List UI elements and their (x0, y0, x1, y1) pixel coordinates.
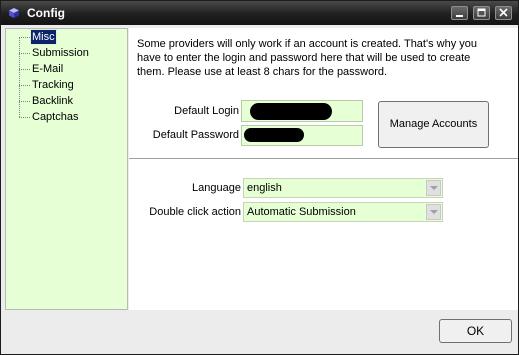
minimize-icon (456, 15, 463, 17)
double-click-action-select[interactable]: Automatic Submission (243, 202, 443, 222)
default-password-label: Default Password (152, 129, 239, 141)
dialog-footer: OK (1, 310, 518, 354)
maximize-icon (477, 8, 486, 17)
tree-item-label: E-Mail (32, 63, 64, 75)
section-divider (129, 158, 518, 160)
tree-line (19, 37, 20, 117)
manage-accounts-button[interactable]: Manage Accounts (378, 101, 489, 148)
maximize-button[interactable] (473, 6, 490, 20)
close-button[interactable] (495, 6, 512, 20)
tree-item-label: Tracking (32, 79, 74, 91)
tree-item-label: Misc (30, 29, 57, 45)
language-label: Language (192, 182, 241, 194)
tree-item-label: Submission (32, 47, 89, 59)
app-cube-icon (9, 8, 19, 18)
tree-item-label: Captchas (32, 111, 79, 123)
language-value: english (247, 182, 282, 194)
default-password-field[interactable] (241, 125, 363, 146)
chevron-down-icon[interactable] (426, 204, 441, 220)
default-login-field[interactable] (241, 100, 363, 122)
language-select[interactable]: english (243, 178, 443, 198)
redacted-password (244, 128, 304, 142)
category-tree[interactable]: Misc Submission E-Mail Tracking Backlink… (5, 28, 128, 310)
config-window: Config Misc Submission E-Mail Tracking B… (0, 0, 519, 355)
double-click-action-label: Double click action (149, 206, 241, 218)
account-description: Some providers will only work if an acco… (137, 38, 477, 78)
chevron-down-icon[interactable] (426, 180, 441, 196)
title-bar[interactable]: Config (1, 1, 518, 25)
redacted-login (250, 103, 332, 120)
minimize-button[interactable] (451, 6, 468, 20)
default-login-label: Default Login (174, 105, 239, 117)
settings-panel: Some providers will only work if an acco… (129, 28, 518, 310)
window-title: Config (27, 6, 65, 20)
double-click-action-value: Automatic Submission (247, 206, 356, 218)
tree-item-label: Backlink (32, 95, 73, 107)
close-icon (499, 8, 508, 17)
ok-button[interactable]: OK (439, 319, 512, 343)
